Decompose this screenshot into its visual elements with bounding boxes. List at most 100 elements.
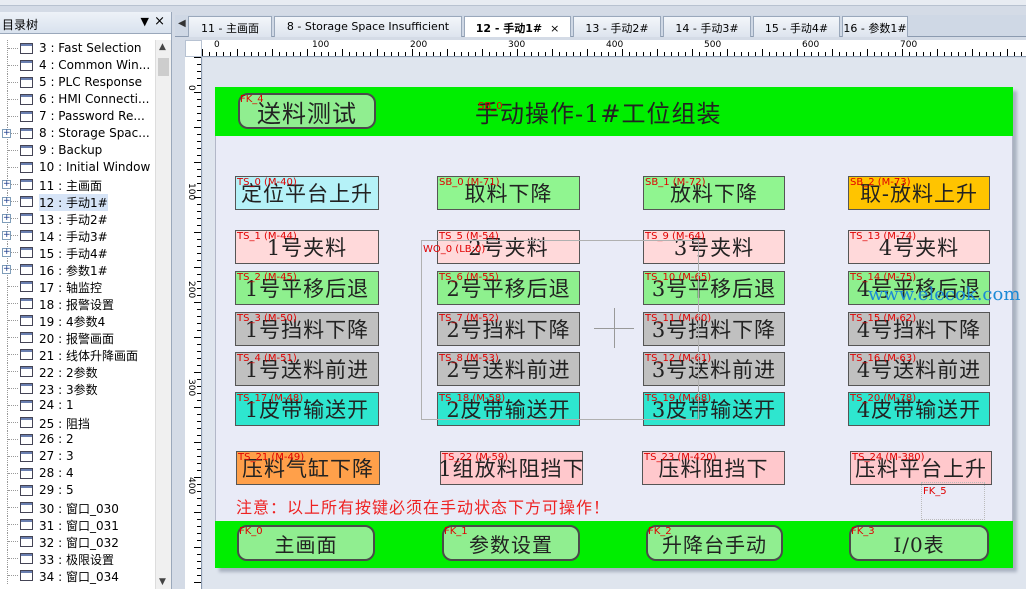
ruler-tick	[496, 52, 497, 56]
tree-item[interactable]: +8 : Storage Spac...	[0, 125, 154, 142]
hmi-button[interactable]: 1号平移后退	[235, 271, 379, 305]
tree-item[interactable]: +12 : 手动1#	[0, 193, 154, 211]
hmi-button[interactable]: 3号平移后退	[643, 271, 785, 305]
hmi-button[interactable]: 3号夹料	[643, 230, 785, 264]
tree-item[interactable]: +16 : 参数1#	[0, 261, 154, 278]
hmi-button[interactable]: 送料测试	[238, 93, 376, 129]
tree-item[interactable]: 24 : 1	[0, 397, 154, 414]
hmi-button[interactable]: 3号送料前进	[643, 352, 785, 386]
tree-item[interactable]: 17 : 轴监控	[0, 278, 154, 295]
expand-icon[interactable]: +	[2, 214, 11, 223]
hmi-button[interactable]: 4号夹料	[848, 230, 990, 264]
ruler-tick	[916, 52, 917, 56]
hmi-button[interactable]: 2号挡料下降	[437, 312, 580, 346]
expand-icon[interactable]: +	[2, 197, 11, 206]
hmi-button[interactable]: 压料气缸下降	[236, 451, 380, 485]
hmi-button[interactable]: 1皮带输送开	[235, 392, 379, 426]
tree-item-label: 34 : 窗口_034	[39, 570, 119, 584]
scroll-down-icon[interactable]: ▼	[159, 577, 166, 587]
tree-item[interactable]: 29 : 5	[0, 482, 154, 499]
hmi-button[interactable]: 定位平台上升	[235, 176, 379, 210]
hmi-button[interactable]: 3号挡料下降	[643, 312, 785, 346]
tree-item[interactable]: 27 : 3	[0, 448, 154, 465]
hmi-button[interactable]: 2皮带输送开	[437, 392, 580, 426]
tree-item[interactable]: +13 : 手动2#	[0, 210, 154, 227]
tab-close-icon[interactable]: ×	[550, 22, 559, 35]
tree-item[interactable]: 26 : 2	[0, 431, 154, 448]
scroll-thumb[interactable]	[158, 58, 169, 76]
expand-icon[interactable]: +	[2, 265, 11, 274]
hmi-button[interactable]: 2号夹料	[437, 230, 580, 264]
tab[interactable]: 15 - 手动4#	[753, 16, 840, 37]
ruler-tick	[197, 134, 201, 135]
expand-icon[interactable]: +	[2, 231, 11, 240]
fk5-placeholder[interactable]	[921, 482, 985, 520]
hmi-button[interactable]: 取料下降	[437, 176, 580, 210]
ruler-label: 200	[186, 281, 196, 299]
tree-item[interactable]: 9 : Backup	[0, 142, 154, 159]
close-icon[interactable]: ×	[154, 14, 165, 29]
hmi-button[interactable]: 1号送料前进	[235, 352, 379, 386]
tree-item[interactable]: 4 : Common Win...	[0, 57, 154, 74]
tree-item[interactable]: +15 : 手动4#	[0, 244, 154, 261]
tree-item[interactable]: +11 : 主画面	[0, 176, 154, 193]
tab[interactable]: 16 - 参数1#	[842, 16, 908, 37]
tab[interactable]: 8 - Storage Space Insufficient	[274, 16, 462, 37]
hmi-button-label: 1号夹料	[266, 236, 348, 260]
expand-icon[interactable]: +	[2, 248, 11, 257]
hmi-button[interactable]: I/0表	[849, 525, 989, 561]
tree-item-label: 20 : 报警画面	[39, 332, 114, 346]
hmi-button[interactable]: 3皮带输送开	[643, 392, 785, 426]
expand-icon[interactable]: +	[2, 180, 11, 189]
tree-item[interactable]: 34 : 窗口_034	[0, 567, 154, 584]
hmi-button[interactable]: 压料平台上升	[850, 451, 992, 485]
hmi-button[interactable]: 参数设置	[442, 525, 580, 561]
hmi-button[interactable]: 1组放料阻挡下	[438, 451, 584, 485]
pin-icon[interactable]: ▼	[141, 15, 149, 28]
hmi-button[interactable]: 2号送料前进	[437, 352, 580, 386]
tree-item[interactable]: 22 : 2参数	[0, 363, 154, 380]
tree-item[interactable]: 23 : 3参数	[0, 380, 154, 397]
tree-item[interactable]: 21 : 线体升降画面	[0, 346, 154, 363]
hmi-button[interactable]: 4皮带输送开	[848, 392, 990, 426]
tree-item[interactable]: 20 : 报警画面	[0, 329, 154, 346]
tree-item[interactable]: 31 : 窗口_031	[0, 516, 154, 533]
tree-item[interactable]: 18 : 报警设置	[0, 295, 154, 312]
tab[interactable]: 11 - 主画面	[188, 16, 272, 37]
ruler-label: 500	[704, 40, 722, 50]
tree-item[interactable]: 6 : HMI Connecti...	[0, 91, 154, 108]
tree-item[interactable]: 5 : PLC Response	[0, 74, 154, 91]
tab[interactable]: 14 - 手动3#	[663, 16, 751, 37]
tree-item[interactable]: 25 : 阻挡	[0, 414, 154, 431]
tree-item[interactable]: 30 : 窗口_030	[0, 499, 154, 516]
tree-item[interactable]: 32 : 窗口_032	[0, 533, 154, 550]
tab[interactable]: 12 - 手动1# ×	[464, 16, 571, 37]
hmi-button-label: 3号挡料下降	[651, 318, 777, 342]
hmi-button[interactable]: 取-放料上升	[848, 176, 990, 210]
tree-line	[8, 303, 18, 304]
tree-item[interactable]: +14 : 手动3#	[0, 227, 154, 244]
hmi-button[interactable]: 1号夹料	[235, 230, 379, 264]
hmi-button[interactable]: 4号送料前进	[848, 352, 990, 386]
tab[interactable]: 13 - 手动2#	[573, 16, 661, 37]
tree-item[interactable]: 3 : Fast Selection	[0, 40, 154, 57]
scroll-up-icon[interactable]: ▲	[159, 42, 166, 52]
ruler-tick	[197, 85, 201, 86]
expand-icon[interactable]: +	[2, 129, 11, 138]
tab-scroll-left-icon[interactable]: ◀	[178, 18, 186, 29]
hmi-button[interactable]: 2号平移后退	[437, 271, 580, 305]
tree-item[interactable]: 28 : 4	[0, 465, 154, 482]
tree-scrollbar[interactable]: ▲ ▼	[155, 40, 171, 589]
tree-item[interactable]: 10 : Initial Window	[0, 159, 154, 176]
tree-item[interactable]: 7 : Password Re...	[0, 108, 154, 125]
tree-item[interactable]: 33 : 极限设置	[0, 550, 154, 567]
hmi-button[interactable]: 1号挡料下降	[235, 312, 379, 346]
hmi-button-label: 参数设置	[469, 532, 553, 557]
hmi-button[interactable]: 主画面	[237, 525, 375, 561]
tree-item[interactable]: 19 : 4参数4	[0, 312, 154, 329]
ruler-label: 300	[508, 40, 526, 50]
hmi-button[interactable]: 压料阻挡下	[642, 451, 785, 485]
hmi-button[interactable]: 放料下降	[643, 176, 785, 210]
hmi-button[interactable]: 升降台手动	[646, 525, 783, 561]
hmi-button[interactable]: 4号挡料下降	[848, 312, 990, 346]
